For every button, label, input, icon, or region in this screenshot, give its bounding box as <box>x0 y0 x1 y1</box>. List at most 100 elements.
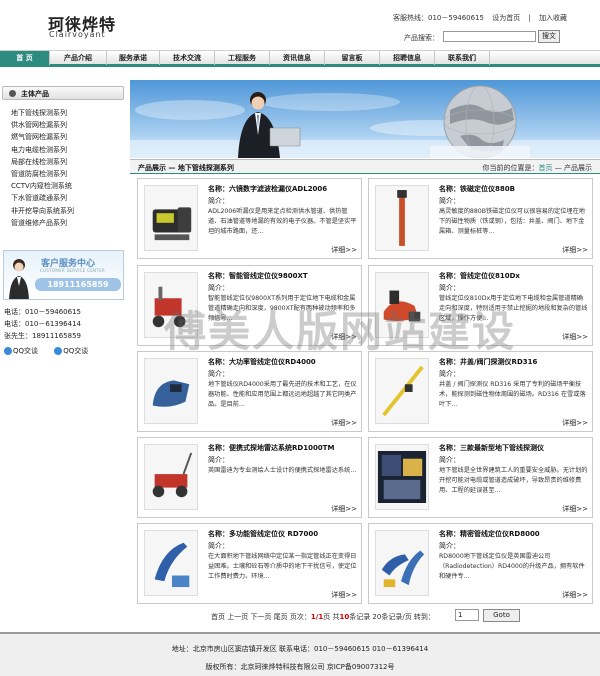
details-link[interactable]: 详细>> <box>331 590 357 600</box>
breadcrumb-home-link[interactable]: 首页 <box>539 164 553 172</box>
nav-engineering[interactable]: 工程服务 <box>215 51 270 65</box>
favorite-link[interactable]: 加入收藏 <box>539 14 567 22</box>
category-item[interactable]: 管道防腐检测系列 <box>11 168 126 180</box>
nav-jobs[interactable]: 招聘信息 <box>380 51 435 65</box>
qq-chat-link[interactable]: QQ交谈 <box>4 347 38 355</box>
contact-info: 电话：010－59460615 电话：010－61396414 张先生：1891… <box>4 306 81 342</box>
logo-subtitle: Clairvoyant <box>49 30 106 39</box>
details-link[interactable]: 详细>> <box>562 418 588 428</box>
search-button[interactable]: 搜文 <box>538 30 560 43</box>
qq-chat-link[interactable]: QQ交谈 <box>54 347 88 355</box>
header: 珂徕烨特 Clairvoyant 客服热线：010－59460615 设为首页 … <box>0 0 600 50</box>
nav-service[interactable]: 服务承诺 <box>107 51 160 65</box>
product-description: 地下管线仪RD4000采用了最先进的技术和工艺，在仪器功能、性能和应用范围上都远… <box>208 381 357 408</box>
product-name[interactable]: 名称：三款最新型地下管线探测仪 <box>439 443 544 453</box>
product-card: 名称：井盖/阀门探测仪RD316 简介： 井盖 / 阀门探测仪 RD316 采用… <box>368 351 593 432</box>
product-name[interactable]: 名称：多功能管线定位仪 RD7000 <box>208 529 318 539</box>
search-label: 产品搜索： <box>404 34 439 42</box>
current-page: 1/1 <box>310 613 324 621</box>
service-phone: 18911165859 <box>35 278 121 291</box>
goto-button[interactable]: Goto <box>483 609 520 622</box>
product-card: 名称：便携式探地雷达系统RD1000TM 简介： 英国雷迪为专业测绘人士设计的便… <box>137 437 362 518</box>
details-link[interactable]: 详细>> <box>562 590 588 600</box>
category-item[interactable]: 下水管道疏通系列 <box>11 192 126 204</box>
banner-image <box>130 85 600 158</box>
product-image[interactable] <box>144 185 198 251</box>
product-intro-label: 简介： <box>208 456 229 464</box>
product-name[interactable]: 名称：管线定位仪810Dx <box>439 271 520 281</box>
nav-guestbook[interactable]: 留言板 <box>325 51 380 65</box>
product-intro-label: 简介： <box>439 197 460 205</box>
product-card: 名称：管线定位仪810Dx 简介： 管线定位仪810Dx用于定位地下电缆和金属管… <box>368 265 593 346</box>
product-image[interactable] <box>144 444 198 510</box>
search-input[interactable] <box>443 31 536 42</box>
product-image[interactable] <box>375 530 429 596</box>
contact-line: 电话：010－61396414 <box>4 320 81 328</box>
product-image[interactable] <box>144 272 198 338</box>
service-subtitle: CUSTOMER SERVICE CENTER <box>40 268 105 273</box>
product-image[interactable] <box>144 358 198 424</box>
product-intro-label: 简介： <box>439 284 460 292</box>
product-name[interactable]: 名称：大功率管线定位仪RD4000 <box>208 357 316 367</box>
details-link[interactable]: 详细>> <box>331 504 357 514</box>
product-name[interactable]: 名称：智能管线定位仪9800XT <box>208 271 308 281</box>
breadcrumb: 产品展示 — 地下管线探测系列 你当前的位置是：首页 — 产品展示 <box>130 159 600 174</box>
product-image[interactable] <box>375 444 429 510</box>
details-link[interactable]: 详细>> <box>331 418 357 428</box>
product-card: 名称：精密管线定位仪RD8000 简介： RD8000地下管线定位仪是英国雷迪公… <box>368 523 593 604</box>
nav-home[interactable]: 首 页 <box>0 51 50 65</box>
category-item[interactable]: 非开挖导向系统系列 <box>11 205 126 217</box>
product-name[interactable]: 名称：井盖/阀门探测仪RD316 <box>439 357 537 367</box>
product-intro-label: 简介： <box>208 542 229 550</box>
location: 你当前的位置是：首页 — 产品展示 <box>483 163 592 173</box>
product-card: 名称：六镜数字滤波检漏仪ADL2006 简介： ADL2006听漏仪是用来定点检… <box>137 178 362 259</box>
sidebar: 主体产品 地下管线探测系列 供水管网检漏系列 燃气管网检漏系列 电力电缆检测系列… <box>0 80 128 620</box>
product-card: 名称：铁磁定位仪880B 简介： 高灵敏度的880B铁磁定位仪可以很容易的定位埋… <box>368 178 593 259</box>
section-title: 产品展示 — 地下管线探测系列 <box>138 164 234 172</box>
category-item[interactable]: 供水管网检漏系列 <box>11 119 126 131</box>
details-link[interactable]: 详细>> <box>562 504 588 514</box>
details-link[interactable]: 详细>> <box>331 332 357 342</box>
category-item[interactable]: 电力电缆检测系列 <box>11 144 126 156</box>
customer-service-banner[interactable]: 客户服务中心 CUSTOMER SERVICE CENTER 189111658… <box>3 250 124 300</box>
top-links: 客服热线：010－59460615 设为首页 | 加入收藏 <box>393 13 573 23</box>
breadcrumb-current: 产品展示 <box>564 164 592 172</box>
category-item[interactable]: 局部在线检测系列 <box>11 156 126 168</box>
pager-text: 页 共 <box>323 613 340 621</box>
product-intro-label: 简介： <box>208 370 229 378</box>
details-link[interactable]: 详细>> <box>562 332 588 342</box>
nav-contact[interactable]: 联系我们 <box>435 51 490 65</box>
set-home-link[interactable]: 设为首页 <box>492 14 520 22</box>
hero-banner <box>130 80 600 158</box>
product-name[interactable]: 名称：便携式探地雷达系统RD1000TM <box>208 443 334 453</box>
product-name[interactable]: 名称：铁磁定位仪880B <box>439 184 515 194</box>
qq-icon <box>54 347 63 355</box>
category-item[interactable]: 燃气管网检漏系列 <box>11 131 126 143</box>
product-image[interactable] <box>375 185 429 251</box>
pager-links[interactable]: 首页 上一页 下一页 尾页 页次： <box>211 613 311 621</box>
product-description: 高灵敏度的880B铁磁定位仪可以很容易的定位埋在地下的磁性物质（铁或钢），包括：… <box>439 208 585 235</box>
nav-news[interactable]: 资讯信息 <box>270 51 325 65</box>
category-item[interactable]: 地下管线探测系列 <box>11 107 126 119</box>
category-title: 主体产品 <box>21 90 49 98</box>
product-name[interactable]: 名称：精密管线定位仪RD8000 <box>439 529 540 539</box>
goto-page-input[interactable]: 1 <box>455 609 479 621</box>
details-link[interactable]: 详细>> <box>331 245 357 255</box>
main-nav: 首 页 产品介绍 服务承诺 技术交流 工程服务 资讯信息 留言板 招聘信息 联系… <box>0 50 600 67</box>
nav-products[interactable]: 产品介绍 <box>50 51 107 65</box>
product-description: 井盖 / 阀门探测仪 RD316 采用了专利的磁场平衡技术，能探测到磁性物体周围… <box>439 381 586 408</box>
pager-text: 条记录 20条记录/页 转到： <box>349 613 435 621</box>
product-intro-label: 简介： <box>439 370 460 378</box>
product-card: 名称：智能管线定位仪9800XT 简介： 智能管线定位仪9800XT系列用于定位… <box>137 265 362 346</box>
product-description: RD8000地下管线定位仪是英国雷迪公司（Radiodetection）RD40… <box>439 553 585 580</box>
footer: 地址：北京市房山区窦店镇开发区 联系电话：010－59460615 010－61… <box>0 632 600 676</box>
details-link[interactable]: 详细>> <box>562 245 588 255</box>
category-item[interactable]: 管道维修产品系列 <box>11 217 126 229</box>
product-name[interactable]: 名称：六镜数字滤波检漏仪ADL2006 <box>208 184 327 194</box>
nav-tech[interactable]: 技术交流 <box>160 51 215 65</box>
product-image[interactable] <box>144 530 198 596</box>
product-image[interactable] <box>375 272 429 338</box>
category-item[interactable]: CCTV内窥检测系统 <box>11 180 126 192</box>
product-image[interactable] <box>375 358 429 424</box>
footer-address: 地址：北京市房山区窦店镇开发区 联系电话：010－59460615 010－61… <box>171 645 429 653</box>
